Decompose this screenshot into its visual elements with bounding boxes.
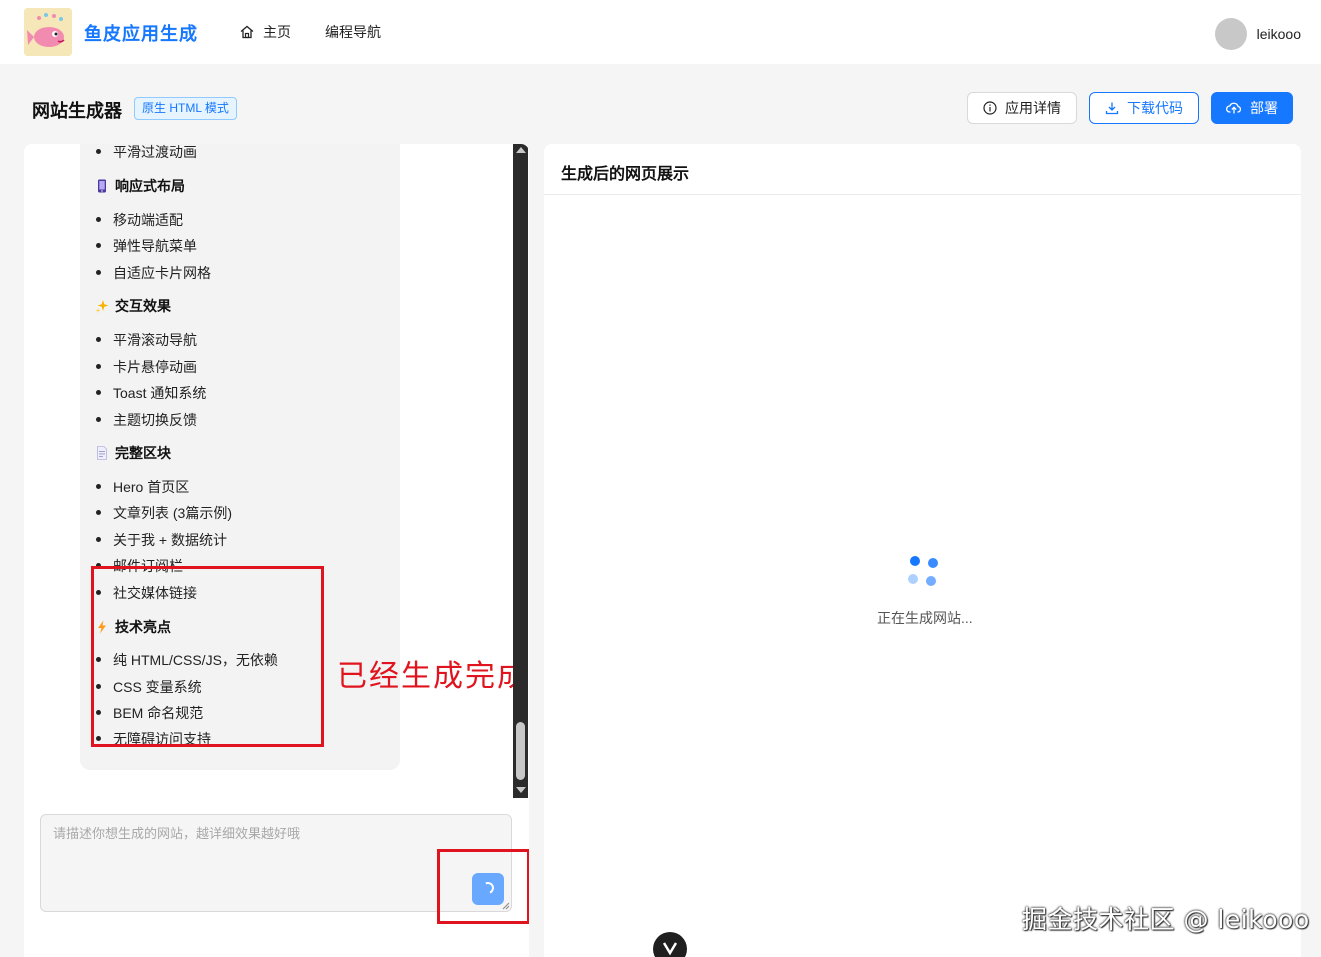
download-code-label: 下载代码 <box>1127 100 1183 116</box>
annotation-label: 已经生成完成 <box>337 659 529 694</box>
username: leikooo <box>1256 26 1301 42</box>
section-heading-label: 响应式布局 <box>115 178 185 194</box>
top-navbar: 鱼皮应用生成 主页 编程导航 leikooo <box>0 0 1321 64</box>
scrollbar[interactable] <box>513 144 528 798</box>
loading-text: 正在生成网站... <box>877 610 973 626</box>
divider <box>544 194 1301 195</box>
section-heading: 完整区块 <box>95 443 171 463</box>
scroll-thumb[interactable] <box>516 722 525 780</box>
annotation-box <box>437 849 529 924</box>
nav-home[interactable]: 主页 <box>239 22 291 42</box>
list-item: 卡片悬停动画 <box>96 359 197 375</box>
avatar[interactable] <box>1214 18 1247 50</box>
preview-title: 生成后的网页展示 <box>561 166 690 183</box>
app-logo[interactable] <box>24 8 72 56</box>
list-item: 关于我 + 数据统计 <box>96 532 227 548</box>
deploy-label: 部署 <box>1250 100 1278 116</box>
loading-dot <box>928 558 938 568</box>
section-heading: 交互效果 <box>95 296 171 316</box>
brand-name[interactable]: 鱼皮应用生成 <box>84 20 198 46</box>
list-item: 主题切换反馈 <box>96 412 197 428</box>
loading-dot <box>910 556 920 566</box>
list-item: 平滑过渡动画 <box>96 144 197 160</box>
list-item: 平滑滚动导航 <box>96 332 197 348</box>
page-title: 网站生成器 <box>32 101 122 121</box>
download-code-button[interactable]: 下载代码 <box>1089 92 1199 124</box>
section-heading-label: 完整区块 <box>115 445 171 461</box>
nav-programming-guide-label: 编程导航 <box>325 24 381 40</box>
annotation-box <box>91 566 324 747</box>
mode-tag: 原生 HTML 模式 <box>134 97 237 120</box>
cloud-upload-icon <box>1226 102 1242 114</box>
mobile-icon <box>98 179 106 193</box>
list-item: 弹性导航菜单 <box>96 238 197 254</box>
download-icon <box>1105 102 1119 115</box>
home-icon <box>240 25 254 39</box>
preview-panel: 生成后的网页展示 正在生成网站... <box>544 144 1301 957</box>
prompt-placeholder: 请描述你想生成的网站，越详细效果越好哦 <box>53 826 301 841</box>
nav-programming-guide[interactable]: 编程导航 <box>325 22 381 42</box>
chat-panel: 平滑过渡动画 响应式布局 移动端适配 弹性导航菜单 自适应卡片网格 交互效果 平… <box>24 144 529 957</box>
sparkle-icon <box>95 300 109 313</box>
section-heading-label: 交互效果 <box>115 298 171 314</box>
chevron-down-icon <box>662 942 678 956</box>
list-item: Hero 首页区 <box>95 479 190 495</box>
chat-messages[interactable]: 平滑过渡动画 响应式布局 移动端适配 弹性导航菜单 自适应卡片网格 交互效果 平… <box>24 144 514 798</box>
scroll-down-arrow-icon[interactable] <box>516 787 526 793</box>
nav-home-label: 主页 <box>263 24 291 40</box>
floating-toggle-button[interactable] <box>653 932 687 957</box>
app-details-button[interactable]: 应用详情 <box>967 92 1077 124</box>
loading-dots-icon <box>908 556 938 586</box>
loading-dot <box>908 574 918 584</box>
app-details-label: 应用详情 <box>1005 100 1061 116</box>
list-item: 移动端适配 <box>96 212 183 228</box>
list-item: 文章列表 (3篇示例) <box>96 505 232 521</box>
deploy-button[interactable]: 部署 <box>1211 92 1293 124</box>
scroll-up-arrow-icon[interactable] <box>516 147 526 153</box>
user-menu[interactable]: leikooo <box>1214 18 1301 50</box>
list-item: 自适应卡片网格 <box>96 265 211 281</box>
watermark: 掘金技术社区 @ leikooo <box>1022 905 1310 934</box>
section-heading: 响应式布局 <box>95 176 185 196</box>
document-icon <box>97 446 107 460</box>
list-item: Toast 通知系统 <box>95 385 207 401</box>
loading-dot <box>926 576 936 586</box>
info-icon <box>983 101 997 115</box>
